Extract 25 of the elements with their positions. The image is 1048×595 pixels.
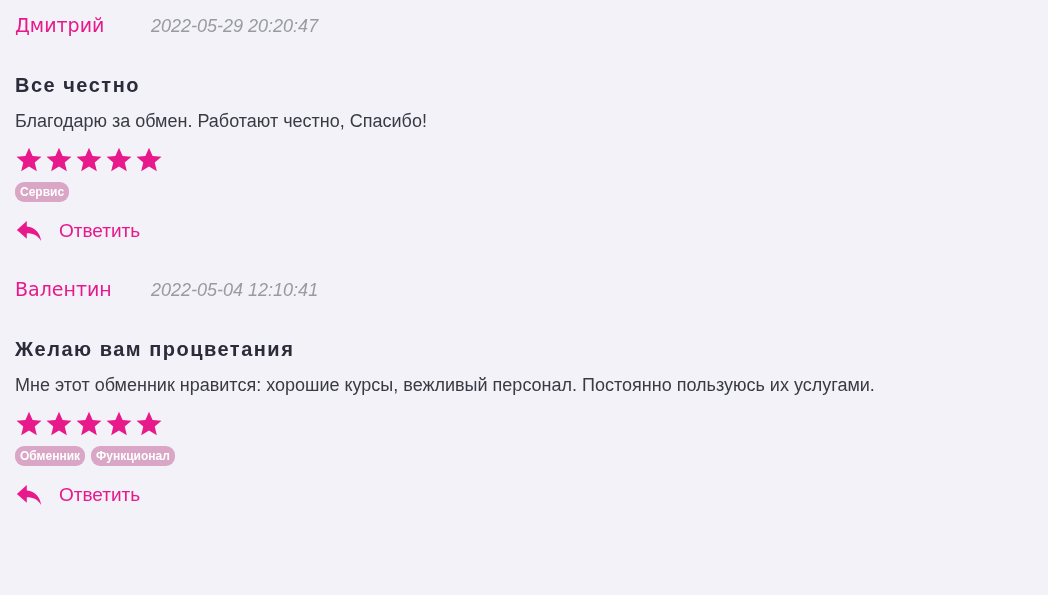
- star-icon: [105, 410, 133, 438]
- star-icon: [75, 146, 103, 174]
- author-name: Валентин: [15, 278, 113, 300]
- tag[interactable]: Сервис: [15, 182, 70, 202]
- star-icon: [15, 146, 43, 174]
- star-icon: [75, 410, 103, 438]
- star-icon: [105, 146, 133, 174]
- reply-link[interactable]: Ответить: [15, 220, 141, 242]
- reply-icon: [15, 220, 43, 242]
- tag[interactable]: Функционал: [91, 446, 175, 466]
- reply-link[interactable]: Ответить: [15, 484, 141, 506]
- tag[interactable]: Обменник: [15, 446, 86, 466]
- review-text: Мне этот обменник нравится: хорошие курсы, вежливый персонал. Постоянно пользуюсь их услугами.: [15, 375, 876, 396]
- star-icon: [15, 410, 43, 438]
- star-icon: [45, 146, 73, 174]
- author-name: Дмитрий: [15, 14, 106, 36]
- review-title: Желаю вам процветания: [15, 338, 296, 361]
- star-icon: [45, 410, 73, 438]
- reply-icon: [15, 484, 43, 506]
- review-date: 2022-05-04 12:10:41: [151, 280, 319, 301]
- star-icon: [135, 146, 163, 174]
- review-title: Все честно: [15, 74, 141, 97]
- review-text: Благодарю за обмен. Работают честно, Спасибо!: [15, 111, 428, 132]
- review-date: 2022-05-29 20:20:47: [151, 16, 319, 37]
- star-icon: [135, 410, 163, 438]
